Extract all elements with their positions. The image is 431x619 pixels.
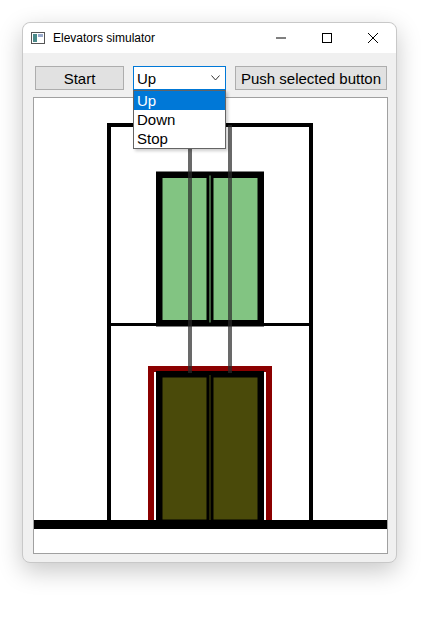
start-button[interactable]: Start	[35, 66, 124, 90]
cable	[228, 125, 232, 373]
select-value: Up	[137, 71, 156, 86]
app-window: Elevators simulatorStartUpUpDownStopPush…	[22, 22, 397, 563]
button-select[interactable]: UpUpDownStop	[133, 66, 226, 90]
minimize-icon	[276, 33, 286, 43]
toolbar: Start UpUpDownStop Push selected button	[23, 53, 396, 90]
close-icon	[368, 33, 378, 43]
chevron-down-icon	[211, 75, 220, 81]
select-option[interactable]: Up	[134, 91, 225, 110]
ground	[34, 520, 387, 529]
title-bar: Elevators simulator	[23, 23, 396, 53]
window-title: Elevators simulator	[53, 29, 155, 47]
select-option[interactable]: Stop	[134, 129, 225, 148]
canvas	[33, 97, 388, 554]
shaft-drawing	[34, 98, 387, 553]
screen: Elevators simulatorStartUpUpDownStopPush…	[0, 0, 431, 619]
maximize-icon	[322, 33, 332, 43]
elevator-car	[158, 174, 262, 325]
close-button[interactable]	[350, 23, 396, 53]
push-button[interactable]: Push selected button	[235, 66, 387, 90]
maximize-button[interactable]	[304, 23, 350, 53]
minimize-button[interactable]	[258, 23, 304, 53]
cable	[188, 125, 192, 373]
building-outline	[109, 125, 311, 524]
select-option[interactable]: Down	[134, 110, 225, 129]
select-list: UpDownStop	[133, 90, 226, 149]
app-icon	[31, 32, 45, 44]
elevator-car	[151, 369, 269, 524]
